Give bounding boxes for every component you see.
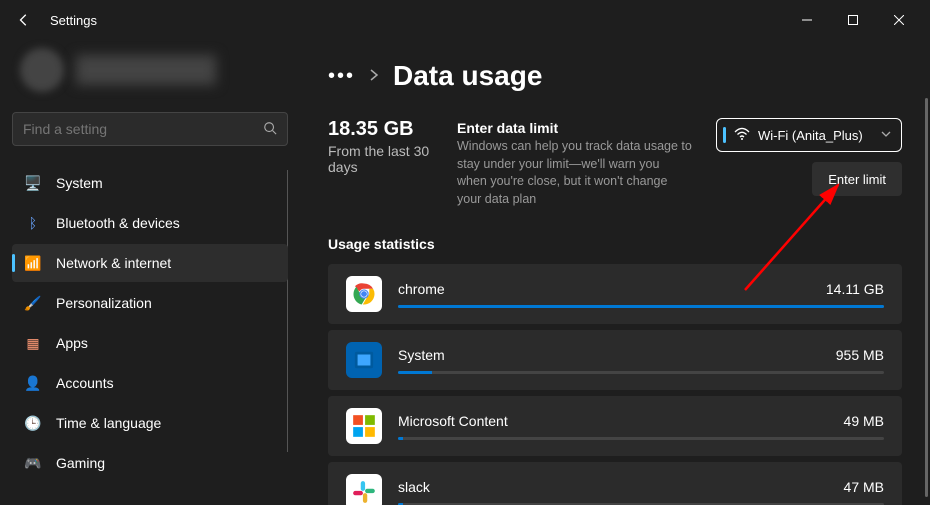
sidebar-item-personalization[interactable]: 🖌️ Personalization xyxy=(12,284,288,322)
app-name: chrome xyxy=(398,281,445,297)
user-name-redacted xyxy=(76,55,216,85)
chevron-down-icon xyxy=(881,129,891,141)
usage-row[interactable]: Microsoft Content 49 MB xyxy=(328,396,902,456)
data-limit-description: Windows can help you track data usage to… xyxy=(457,138,692,208)
user-profile[interactable] xyxy=(12,40,288,100)
page-title: Data usage xyxy=(393,60,542,92)
maximize-button[interactable] xyxy=(830,4,876,36)
nav-icon: ᛒ xyxy=(24,214,42,232)
sidebar-item-label: Gaming xyxy=(56,455,105,471)
usage-row[interactable]: slack 47 MB xyxy=(328,462,902,505)
minimize-button[interactable] xyxy=(784,4,830,36)
search-input[interactable] xyxy=(23,121,255,137)
usage-statistics-heading: Usage statistics xyxy=(328,236,902,252)
window-title: Settings xyxy=(50,13,97,28)
sidebar-item-label: System xyxy=(56,175,103,191)
usage-bar xyxy=(398,305,884,308)
usage-row[interactable]: chrome 14.11 GB xyxy=(328,264,902,324)
usage-period: From the last 30 days xyxy=(328,143,433,175)
app-icon xyxy=(346,474,382,505)
app-icon xyxy=(346,342,382,378)
sidebar-item-label: Accounts xyxy=(56,375,114,391)
network-select[interactable]: Wi-Fi (Anita_Plus) xyxy=(716,118,902,152)
enter-limit-button[interactable]: Enter limit xyxy=(812,162,902,196)
nav-icon: ▦ xyxy=(24,334,42,352)
search-input-container[interactable] xyxy=(12,112,288,146)
nav-icon: 🖌️ xyxy=(24,294,42,312)
nav-icon: 📶 xyxy=(24,254,42,272)
chevron-right-icon xyxy=(369,68,379,84)
app-usage-amount: 955 MB xyxy=(836,347,884,363)
sidebar-item-time-language[interactable]: 🕒 Time & language xyxy=(12,404,288,442)
wifi-icon xyxy=(734,127,750,144)
data-limit-heading: Enter data limit xyxy=(457,120,692,136)
app-usage-amount: 47 MB xyxy=(844,479,884,495)
sidebar-item-label: Personalization xyxy=(56,295,152,311)
select-accent-bar xyxy=(723,127,726,143)
close-button[interactable] xyxy=(876,4,922,36)
avatar xyxy=(20,48,64,92)
nav-icon: 🖥️ xyxy=(24,174,42,192)
app-name: System xyxy=(398,347,445,363)
nav-icon: 👤 xyxy=(24,374,42,392)
usage-row[interactable]: System 955 MB xyxy=(328,330,902,390)
sidebar-item-bluetooth-devices[interactable]: ᛒ Bluetooth & devices xyxy=(12,204,288,242)
scrollbar[interactable] xyxy=(925,98,928,497)
sidebar-item-label: Bluetooth & devices xyxy=(56,215,180,231)
app-name: Microsoft Content xyxy=(398,413,508,429)
app-usage-amount: 49 MB xyxy=(844,413,884,429)
sidebar-item-gaming[interactable]: 🎮 Gaming xyxy=(12,444,288,482)
sidebar-item-label: Apps xyxy=(56,335,88,351)
app-icon xyxy=(346,276,382,312)
total-usage-value: 18.35 GB xyxy=(328,118,433,141)
app-icon xyxy=(346,408,382,444)
back-button[interactable] xyxy=(8,4,40,36)
sidebar-item-accounts[interactable]: 👤 Accounts xyxy=(12,364,288,402)
sidebar-item-network-internet[interactable]: 📶 Network & internet xyxy=(12,244,288,282)
usage-bar xyxy=(398,437,884,440)
nav-icon: 🎮 xyxy=(24,454,42,472)
app-usage-amount: 14.11 GB xyxy=(826,281,884,297)
search-icon xyxy=(263,121,277,138)
breadcrumb: ••• Data usage xyxy=(328,60,902,92)
nav-icon: 🕒 xyxy=(24,414,42,432)
network-label: Wi-Fi (Anita_Plus) xyxy=(758,128,873,143)
sidebar-nav: 🖥️ System ᛒ Bluetooth & devices 📶 Network & i… xyxy=(12,164,288,492)
sidebar-item-label: Time & language xyxy=(56,415,161,431)
sidebar-item-system[interactable]: 🖥️ System xyxy=(12,164,288,202)
usage-bar xyxy=(398,371,884,374)
breadcrumb-more-icon[interactable]: ••• xyxy=(328,65,355,88)
usage-statistics-list: chrome 14.11 GB System 955 MB Microsoft Cont… xyxy=(328,264,902,505)
sidebar-item-apps[interactable]: ▦ Apps xyxy=(12,324,288,362)
sidebar-item-label: Network & internet xyxy=(56,255,171,271)
app-name: slack xyxy=(398,479,430,495)
